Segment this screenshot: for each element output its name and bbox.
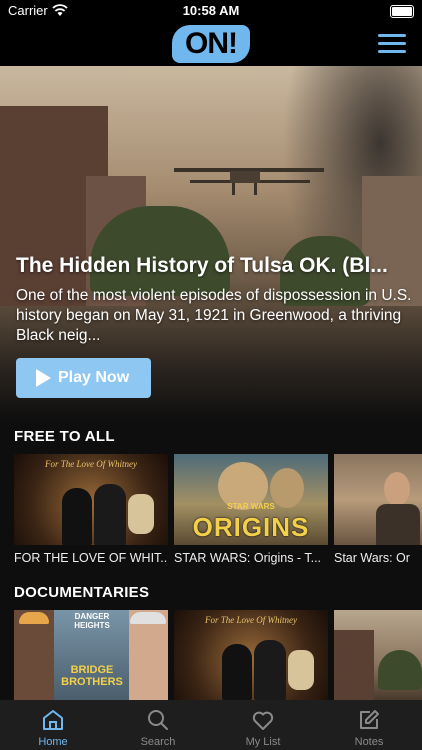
poster-tile[interactable] bbox=[334, 610, 422, 700]
clock: 10:58 AM bbox=[182, 3, 240, 18]
poster-tile[interactable]: DANGER HEIGHTS BRIDGE BROTHERS bbox=[14, 610, 168, 700]
poster-caption: FOR THE LOVE OF WHIT... bbox=[14, 551, 168, 565]
poster-caption: STAR WARS: Origins - T... bbox=[174, 551, 322, 565]
play-now-label: Play Now bbox=[58, 369, 130, 386]
tab-home-label: Home bbox=[38, 736, 68, 748]
app-logo[interactable]: ON! bbox=[172, 25, 250, 63]
play-now-button[interactable]: Play Now bbox=[16, 358, 151, 398]
poster-tile[interactable]: STAR WARS ORIGINS bbox=[174, 454, 328, 545]
home-icon bbox=[43, 710, 63, 730]
biplane-illustration bbox=[174, 168, 324, 195]
poster-tile[interactable] bbox=[334, 454, 422, 545]
hamburger-menu-icon[interactable] bbox=[378, 34, 406, 54]
tab-notes-label: Notes bbox=[354, 736, 384, 748]
hero-title: The Hidden History of Tulsa OK. (Bl... bbox=[16, 254, 388, 277]
hero-banner[interactable]: The Hidden History of Tulsa OK. (Bl... O… bbox=[0, 66, 422, 422]
bottom-tab-bar: Home Search My List Notes bbox=[0, 700, 422, 750]
search-icon bbox=[148, 710, 168, 730]
section-title-free-to-all: FREE TO ALL bbox=[14, 428, 115, 445]
poster-caption: Star Wars: Or bbox=[334, 551, 410, 565]
section-title-documentaries: DOCUMENTARIES bbox=[14, 584, 150, 601]
poster-tile[interactable]: For The Love Of Whitney bbox=[174, 610, 328, 700]
heart-icon bbox=[252, 711, 274, 730]
hero-description: One of the most violent episodes of disp… bbox=[16, 287, 412, 344]
status-bar: Carrier 10:58 AM bbox=[0, 0, 422, 22]
tab-notes[interactable]: Notes bbox=[316, 700, 422, 750]
tab-home[interactable]: Home bbox=[0, 700, 106, 750]
tab-my-list[interactable]: My List bbox=[210, 700, 316, 750]
tab-search-label: Search bbox=[140, 736, 176, 748]
tab-my-list-label: My List bbox=[245, 736, 281, 748]
play-icon bbox=[36, 369, 51, 387]
poster-tile[interactable]: For The Love Of Whitney bbox=[14, 454, 168, 545]
top-navbar: ON! bbox=[0, 22, 422, 66]
notes-icon bbox=[360, 710, 379, 729]
battery-icon bbox=[390, 5, 414, 18]
tab-search[interactable]: Search bbox=[105, 700, 211, 750]
